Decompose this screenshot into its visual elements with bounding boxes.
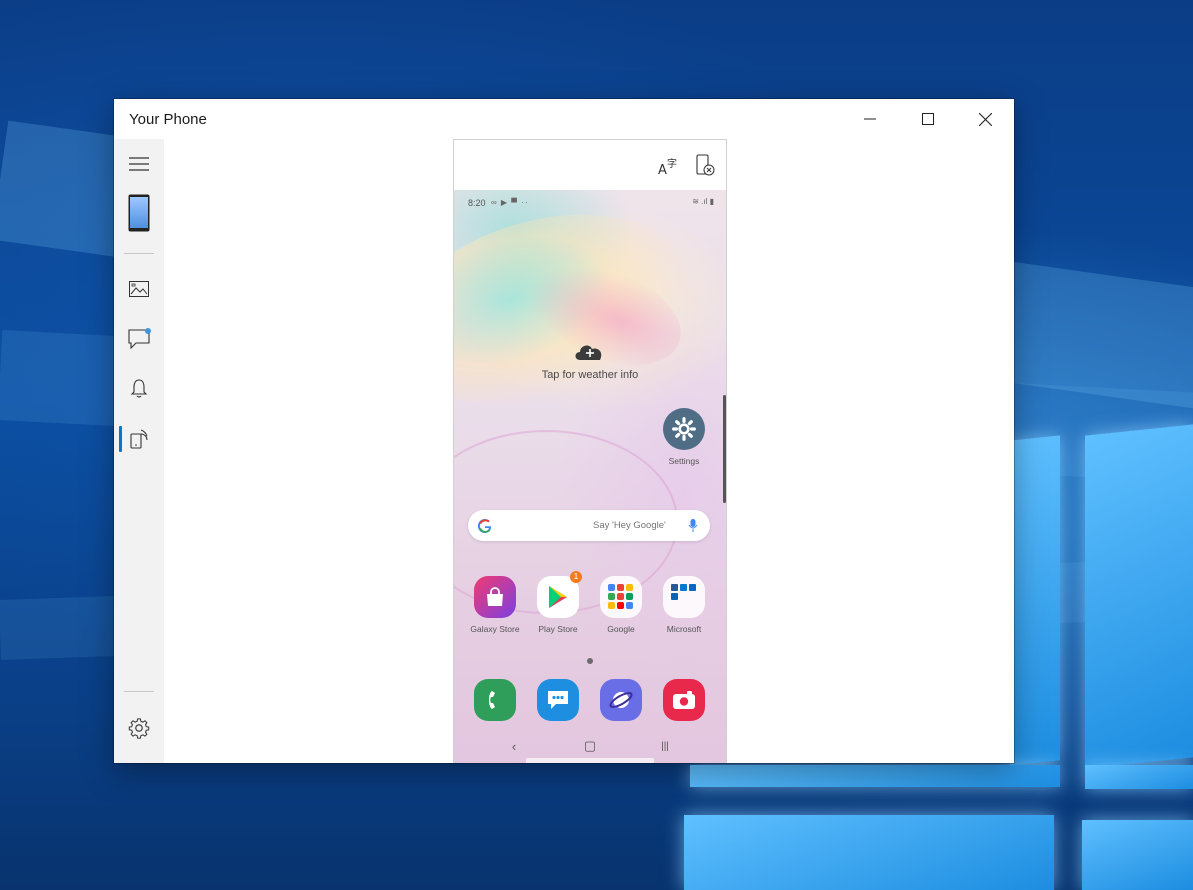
- app-label: Galaxy Store: [470, 624, 520, 634]
- translate-icon: A字: [658, 157, 677, 176]
- phone-toolbar: A字: [454, 140, 726, 190]
- back-button[interactable]: ‹: [499, 736, 529, 756]
- new-message-badge: [145, 328, 151, 334]
- your-phone-window: Your Phone A 字 8:20 ∞ ▶ ▀ ·· ≋ .ıl ▮ Tap…: [114, 99, 1014, 763]
- close-button[interactable]: [957, 99, 1013, 139]
- dock-messages[interactable]: [528, 679, 588, 721]
- maximize-icon: [922, 113, 934, 125]
- page-indicator: [587, 658, 593, 664]
- google-folder-icon: [600, 576, 642, 618]
- signal-icons: ≋ .ıl ▮: [692, 197, 714, 206]
- active-indicator: [119, 426, 122, 452]
- app-microsoft-folder[interactable]: Microsoft: [654, 576, 714, 634]
- planet-icon: [609, 692, 633, 708]
- phone-device-button[interactable]: [114, 193, 164, 233]
- play-triangle-icon: [549, 586, 567, 608]
- app-label: Play Store: [538, 624, 578, 634]
- settings-button[interactable]: [114, 708, 164, 748]
- microsoft-folder-icon: [663, 576, 705, 618]
- app-galaxy-store[interactable]: Galaxy Store: [465, 576, 525, 634]
- gear-icon: [128, 718, 150, 739]
- bell-icon: [130, 379, 148, 398]
- windows-logo-pane: [1085, 424, 1193, 769]
- phone-screen-icon: [130, 429, 148, 449]
- windows-logo-pane: [1082, 820, 1193, 890]
- maximize-button[interactable]: [900, 99, 956, 139]
- sidebar-item-phone-screen[interactable]: [114, 419, 164, 459]
- bottom-edge-panel: [526, 758, 654, 763]
- sidebar-item-notifications[interactable]: [114, 369, 164, 409]
- status-time: 8:20: [468, 198, 486, 208]
- minimize-button[interactable]: [842, 99, 898, 139]
- folder-grid-icon: [608, 584, 633, 609]
- svg-text:字: 字: [667, 157, 677, 170]
- dock-camera[interactable]: [654, 679, 714, 721]
- status-bar: 8:20 ∞ ▶ ▀ ·· ≋ .ıl ▮: [454, 190, 726, 216]
- phone-icon: [128, 194, 150, 232]
- shopping-bag-icon: [487, 587, 503, 606]
- navigation-sidebar: [114, 139, 164, 763]
- sidebar-item-messages[interactable]: [114, 319, 164, 359]
- recents-button[interactable]: |||: [650, 736, 680, 756]
- close-icon: [978, 112, 992, 126]
- galaxy-store-icon: [474, 576, 516, 618]
- menu-button[interactable]: [114, 144, 164, 184]
- app-settings[interactable]: Settings: [654, 408, 714, 466]
- edge-panel-handle[interactable]: [723, 395, 726, 503]
- messages-icon: [537, 679, 579, 721]
- dialer-icon: [474, 679, 516, 721]
- notification-badge: 1: [570, 571, 582, 583]
- windows-logo-pane: [1010, 435, 1060, 766]
- google-g-icon: [477, 519, 492, 534]
- internet-icon: [600, 679, 642, 721]
- weather-widget[interactable]: Tap for weather info: [524, 340, 656, 381]
- home-button[interactable]: ▢: [575, 736, 605, 756]
- status-icons: ∞ ▶ ▀ ··: [491, 198, 529, 207]
- phone-screen-panel: A字 8:20 ∞ ▶ ▀ ·· ≋ .ıl ▮ Tap for weather…: [453, 139, 727, 763]
- app-label: Google: [607, 624, 635, 634]
- folder-grid-icon: [671, 584, 696, 600]
- weather-label: Tap for weather info: [541, 369, 639, 381]
- dock-internet[interactable]: [591, 679, 651, 721]
- sidebar-item-photos[interactable]: [114, 269, 164, 309]
- handset-icon: [489, 691, 495, 709]
- hamburger-icon: [129, 157, 149, 171]
- search-placeholder: Say 'Hey Google': [593, 520, 666, 531]
- app-label: Settings: [668, 456, 700, 466]
- camera-body-icon: [673, 691, 695, 709]
- mic-icon: [688, 519, 698, 532]
- translate-button[interactable]: A字: [655, 153, 681, 179]
- dock-phone[interactable]: [465, 679, 525, 721]
- app-google-folder[interactable]: Google: [591, 576, 651, 634]
- windows-logo-pane: [690, 765, 1060, 787]
- sidebar-divider: [124, 253, 154, 254]
- gear-icon: [672, 417, 696, 441]
- chat-bubble-icon: [548, 691, 568, 709]
- camera-icon: [663, 679, 705, 721]
- svg-text:A: A: [658, 163, 667, 176]
- windows-logo-pane: [1085, 765, 1193, 789]
- window-title: Your Phone: [129, 111, 207, 128]
- settings-app-icon: [663, 408, 705, 450]
- minimize-icon: [864, 118, 876, 120]
- title-bar[interactable]: Your Phone: [114, 99, 1014, 139]
- sidebar-divider: [124, 691, 154, 692]
- play-store-icon: 1: [537, 571, 582, 618]
- phone-home-screen[interactable]: 8:20 ∞ ▶ ▀ ·· ≋ .ıl ▮ Tap for weather in…: [454, 190, 726, 763]
- photos-icon: [129, 281, 149, 297]
- phone-disconnect-icon: [696, 154, 715, 176]
- app-play-store[interactable]: 1 Play Store: [528, 571, 588, 634]
- google-search-bar[interactable]: Say 'Hey Google': [468, 510, 710, 541]
- windows-logo-pane: [684, 815, 1054, 890]
- disconnect-button[interactable]: [692, 153, 718, 179]
- cloud-plus-icon: [575, 345, 602, 360]
- app-label: Microsoft: [666, 624, 702, 634]
